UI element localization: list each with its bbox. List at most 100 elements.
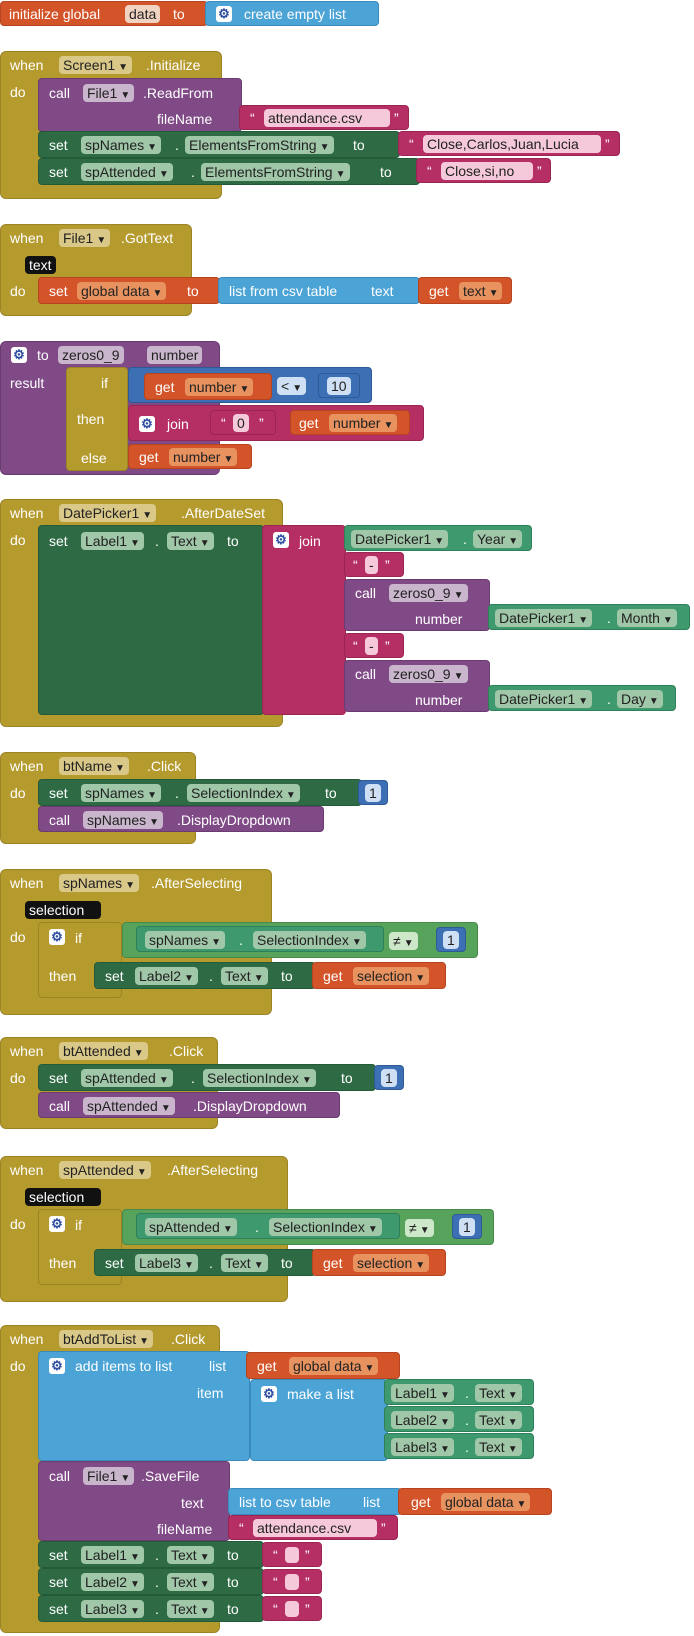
get-number-block[interactable]: get number ▼ — [290, 410, 410, 435]
gear-icon[interactable]: ⚙ — [49, 929, 65, 945]
text-field[interactable]: attendance.csv — [264, 109, 390, 127]
component-dropdown[interactable]: spNames ▼ — [81, 136, 162, 154]
variable-dropdown[interactable]: global data ▼ — [77, 282, 167, 300]
get-number-block[interactable]: get number ▼ — [144, 373, 272, 400]
gear-icon[interactable]: ⚙ — [273, 532, 289, 548]
number-field[interactable]: 1 — [443, 931, 459, 949]
property-dropdown[interactable]: SelectionIndex ▼ — [187, 784, 300, 802]
component-dropdown[interactable]: spNames ▼ — [83, 811, 164, 829]
event-param-text[interactable]: text — [25, 256, 56, 274]
text-string-block[interactable]: “ - ” — [344, 552, 404, 577]
number-block[interactable]: 1 — [358, 780, 388, 805]
text-field[interactable]: Close,Carlos,Juan,Lucia — [423, 135, 601, 153]
component-dropdown[interactable]: Label1 ▼ — [81, 532, 144, 550]
component-dropdown[interactable]: spAttended ▼ — [81, 163, 173, 181]
component-dropdown[interactable]: File1 ▼ — [83, 1467, 135, 1485]
component-dropdown[interactable]: File1 ▼ — [83, 84, 135, 102]
component-dropdown[interactable]: Label1 ▼ — [391, 1384, 454, 1402]
property-dropdown[interactable]: SelectionIndex ▼ — [269, 1218, 382, 1236]
set-label2-text-block[interactable]: set Label2 ▼ . Text ▼ to — [38, 1568, 264, 1595]
property-dropdown[interactable]: Text ▼ — [167, 1573, 214, 1591]
text-string-block[interactable]: “ Close,si,no ” — [416, 158, 551, 183]
gear-icon[interactable]: ⚙ — [139, 416, 155, 432]
operator-dropdown[interactable]: ≠ ▼ — [389, 932, 418, 950]
set-spnames-selectionindex-block[interactable]: set spNames ▼ . SelectionIndex ▼ to — [38, 779, 362, 806]
component-dropdown[interactable]: DatePicker1 ▼ — [495, 690, 593, 708]
call-zeros-block[interactable]: call zeros0_9 ▼ number — [344, 579, 490, 631]
set-label2-text-block[interactable]: set Label2 ▼ . Text ▼ to — [94, 962, 316, 989]
number-field[interactable]: 1 — [459, 1218, 475, 1236]
text-field[interactable]: - — [365, 637, 378, 655]
property-dropdown[interactable]: SelectionIndex ▼ — [253, 931, 366, 949]
set-spnames-block[interactable]: set spNames ▼ . ElementsFromString ▼ to — [38, 131, 400, 158]
datepicker-year-getter[interactable]: DatePicker1 ▼ . Year ▼ — [344, 525, 532, 551]
set-label3-text-block[interactable]: set Label3 ▼ . Text ▼ to — [38, 1595, 264, 1622]
property-dropdown[interactable]: Text ▼ — [221, 967, 268, 985]
get-number-block[interactable]: get number ▼ — [128, 444, 252, 469]
text-field[interactable]: 0 — [233, 414, 249, 432]
number-field[interactable]: 1 — [381, 1069, 397, 1087]
variable-dropdown[interactable]: selection ▼ — [353, 1254, 430, 1272]
property-dropdown[interactable]: Text ▼ — [221, 1254, 268, 1272]
variable-dropdown[interactable]: number ▼ — [185, 378, 254, 396]
label1-text-getter[interactable]: Label1 ▼ . Text ▼ — [384, 1379, 534, 1405]
gear-icon[interactable]: ⚙ — [49, 1358, 65, 1374]
get-selection-block[interactable]: get selection ▼ — [312, 962, 446, 989]
empty-text-block[interactable]: “ ” — [262, 1569, 322, 1594]
component-dropdown[interactable]: spNames ▼ — [59, 874, 140, 892]
property-dropdown[interactable]: Text ▼ — [167, 1600, 214, 1618]
component-dropdown[interactable]: Label2 ▼ — [391, 1411, 454, 1429]
component-dropdown[interactable]: btAddToList ▼ — [59, 1330, 154, 1348]
component-dropdown[interactable]: Screen1 ▼ — [59, 56, 133, 74]
set-label1-text-block[interactable]: set Label1 ▼ . Text ▼ to — [38, 525, 264, 715]
call-spnames-displaydropdown-block[interactable]: call spNames ▼ .DisplayDropdown — [38, 806, 324, 832]
number-field[interactable]: 10 — [327, 377, 351, 395]
property-dropdown[interactable]: Text ▼ — [475, 1438, 522, 1456]
component-dropdown[interactable]: spAttended ▼ — [145, 1218, 237, 1236]
gear-icon[interactable]: ⚙ — [49, 1216, 65, 1232]
initialize-global-block[interactable]: initialize global data to — [0, 1, 208, 26]
label3-text-getter[interactable]: Label3 ▼ . Text ▼ — [384, 1433, 534, 1459]
if-then-else-block[interactable]: if then else — [66, 367, 128, 471]
number-block[interactable]: 10 — [318, 373, 360, 398]
component-dropdown[interactable]: spAttended ▼ — [81, 1069, 173, 1087]
datepicker-day-getter[interactable]: DatePicker1 ▼ . Day ▼ — [488, 685, 676, 711]
text-field[interactable] — [285, 1547, 299, 1563]
add-items-to-list-block[interactable]: ⚙ add items to list list item — [38, 1351, 250, 1461]
text-field[interactable] — [285, 1601, 299, 1617]
text-field[interactable] — [285, 1574, 299, 1590]
set-global-data-block[interactable]: set global data ▼ to — [38, 277, 220, 304]
component-dropdown[interactable]: spNames ▼ — [145, 931, 226, 949]
call-file1-readfrom-block[interactable]: call File1 ▼ .ReadFrom fileName — [38, 78, 242, 132]
gear-icon[interactable]: ⚙ — [11, 347, 27, 363]
property-dropdown[interactable]: ElementsFromString ▼ — [185, 136, 334, 154]
text-field[interactable]: - — [365, 556, 378, 574]
variable-dropdown[interactable]: text ▼ — [459, 282, 503, 300]
procedure-dropdown[interactable]: zeros0_9 ▼ — [389, 584, 468, 602]
component-dropdown[interactable]: spNames ▼ — [81, 784, 162, 802]
text-string-block[interactable]: “ 0 ” — [210, 410, 276, 435]
set-label1-text-block[interactable]: set Label1 ▼ . Text ▼ to — [38, 1541, 264, 1568]
call-zeros-block[interactable]: call zeros0_9 ▼ number — [344, 660, 490, 712]
text-string-block[interactable]: “ Close,Carlos,Juan,Lucia ” — [398, 131, 620, 156]
text-string-block[interactable]: “ attendance.csv ” — [228, 1515, 398, 1540]
empty-text-block[interactable]: “ ” — [262, 1596, 322, 1621]
text-field[interactable]: attendance.csv — [253, 1519, 377, 1537]
property-dropdown[interactable]: Month ▼ — [617, 609, 677, 627]
component-dropdown[interactable]: Label2 ▼ — [81, 1573, 144, 1591]
property-dropdown[interactable]: Text ▼ — [475, 1384, 522, 1402]
list-to-csv-table-block[interactable]: list to csv table list — [228, 1488, 402, 1515]
gear-icon[interactable]: ⚙ — [261, 1386, 277, 1402]
variable-dropdown[interactable]: global data ▼ — [289, 1357, 379, 1375]
number-field[interactable]: 1 — [365, 784, 381, 802]
procedure-dropdown[interactable]: zeros0_9 ▼ — [389, 665, 468, 683]
component-dropdown[interactable]: Label3 ▼ — [391, 1438, 454, 1456]
property-dropdown[interactable]: ElementsFromString ▼ — [201, 163, 350, 181]
list-from-csv-table-block[interactable]: list from csv table text — [218, 277, 420, 304]
operator-dropdown[interactable]: ≠ ▼ — [405, 1219, 434, 1237]
component-dropdown[interactable]: DatePicker1 ▼ — [495, 609, 593, 627]
component-dropdown[interactable]: Label3 ▼ — [135, 1254, 198, 1272]
spnames-selectionindex-getter[interactable]: spNames ▼ . SelectionIndex ▼ — [136, 926, 384, 952]
component-dropdown[interactable]: DatePicker1 ▼ — [59, 504, 157, 522]
component-dropdown[interactable]: spAttended ▼ — [83, 1097, 175, 1115]
